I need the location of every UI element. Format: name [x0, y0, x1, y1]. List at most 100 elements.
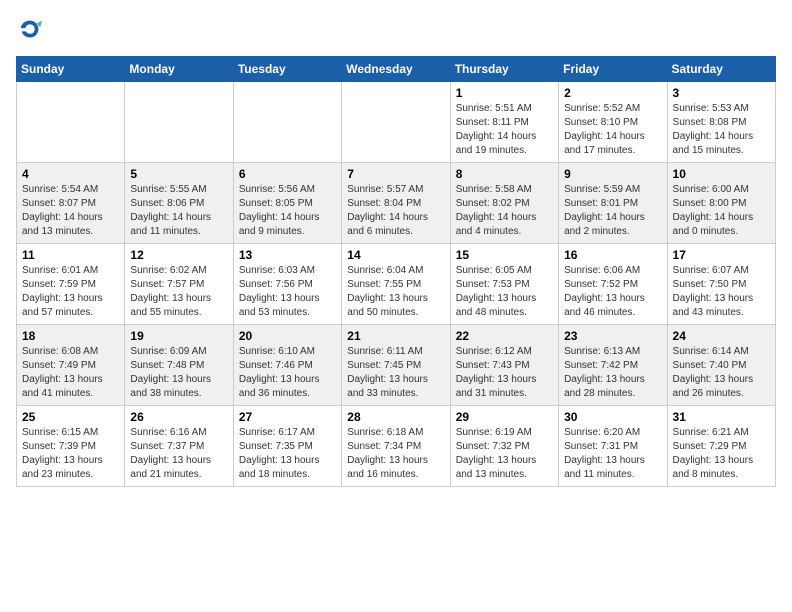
- weekday-header-monday: Monday: [125, 57, 233, 82]
- weekday-header-saturday: Saturday: [667, 57, 775, 82]
- day-info: Sunrise: 6:13 AM Sunset: 7:42 PM Dayligh…: [564, 345, 661, 401]
- day-number: 15: [456, 248, 553, 262]
- calendar-cell: 28 Sunrise: 6:18 AM Sunset: 7:34 PM Dayli…: [342, 406, 450, 487]
- calendar-cell: 17 Sunrise: 6:07 AM Sunset: 7:50 PM Dayli…: [667, 244, 775, 325]
- day-info: Sunrise: 6:03 AM Sunset: 7:56 PM Dayligh…: [239, 264, 336, 320]
- week-row-3: 11Sunrise: 6:01 AM Sunset: 7:59 PM Dayli…: [17, 244, 776, 325]
- calendar-cell: 8 Sunrise: 5:58 AM Sunset: 8:02 PM Daylig…: [450, 163, 558, 244]
- calendar-cell: 9 Sunrise: 5:59 AM Sunset: 8:01 PM Daylig…: [559, 163, 667, 244]
- calendar-cell: 26 Sunrise: 6:16 AM Sunset: 7:37 PM Dayli…: [125, 406, 233, 487]
- day-number: 23: [564, 329, 661, 343]
- calendar-cell: 18 Sunrise: 6:08 AM Sunset: 7:49 PM Dayli…: [17, 325, 125, 406]
- calendar-cell: 3 Sunrise: 5:53 AM Sunset: 8:08 PM Daylig…: [667, 82, 775, 163]
- day-number: 14: [347, 248, 444, 262]
- day-info: Sunrise: 5:53 AM Sunset: 8:08 PM Dayligh…: [673, 102, 770, 158]
- day-info: Sunrise: 5:51 AM Sunset: 8:11 PM Dayligh…: [456, 102, 553, 158]
- weekday-header-sunday: Sunday: [17, 57, 125, 82]
- day-info: Sunrise: 6:06 AM Sunset: 7:52 PM Dayligh…: [564, 264, 661, 320]
- day-number: 6: [239, 167, 336, 181]
- calendar-cell: 12 Sunrise: 6:02 AM Sunset: 7:57 PM Dayli…: [125, 244, 233, 325]
- calendar-cell: [17, 82, 125, 163]
- day-number: 8: [456, 167, 553, 181]
- day-number: 1: [456, 86, 553, 100]
- day-number: 3: [673, 86, 770, 100]
- calendar-cell: 16 Sunrise: 6:06 AM Sunset: 7:52 PM Dayli…: [559, 244, 667, 325]
- day-info: Sunrise: 6:18 AM Sunset: 7:34 PM Dayligh…: [347, 426, 444, 482]
- calendar-cell: 10 Sunrise: 6:00 AM Sunset: 8:00 PM Dayli…: [667, 163, 775, 244]
- calendar-cell: [233, 82, 341, 163]
- day-info: Sunrise: 5:54 AM Sunset: 8:07 PM Dayligh…: [22, 183, 119, 239]
- day-number: 4: [22, 167, 119, 181]
- day-info: Sunrise: 6:05 AM Sunset: 7:53 PM Dayligh…: [456, 264, 553, 320]
- day-number: 12: [130, 248, 227, 262]
- calendar-cell: 20Sunrise: 6:10 AM Sunset: 7:46 PM Dayli…: [233, 325, 341, 406]
- day-info: Sunrise: 6:14 AM Sunset: 7:40 PM Dayligh…: [673, 345, 770, 401]
- calendar-cell: 5 Sunrise: 5:55 AM Sunset: 8:06 PM Daylig…: [125, 163, 233, 244]
- day-info: Sunrise: 6:19 AM Sunset: 7:32 PM Dayligh…: [456, 426, 553, 482]
- day-number: 10: [673, 167, 770, 181]
- calendar-cell: 11Sunrise: 6:01 AM Sunset: 7:59 PM Dayli…: [17, 244, 125, 325]
- day-info: Sunrise: 6:01 AM Sunset: 7:59 PM Dayligh…: [22, 264, 119, 320]
- day-number: 31: [673, 410, 770, 424]
- day-info: Sunrise: 6:04 AM Sunset: 7:55 PM Dayligh…: [347, 264, 444, 320]
- day-number: 22: [456, 329, 553, 343]
- day-number: 7: [347, 167, 444, 181]
- header: [16, 16, 776, 44]
- day-info: Sunrise: 6:12 AM Sunset: 7:43 PM Dayligh…: [456, 345, 553, 401]
- calendar-cell: 24 Sunrise: 6:14 AM Sunset: 7:40 PM Dayli…: [667, 325, 775, 406]
- day-info: Sunrise: 6:00 AM Sunset: 8:00 PM Dayligh…: [673, 183, 770, 239]
- day-info: Sunrise: 5:56 AM Sunset: 8:05 PM Dayligh…: [239, 183, 336, 239]
- day-number: 24: [673, 329, 770, 343]
- day-info: Sunrise: 6:11 AM Sunset: 7:45 PM Dayligh…: [347, 345, 444, 401]
- week-row-4: 18 Sunrise: 6:08 AM Sunset: 7:49 PM Dayli…: [17, 325, 776, 406]
- week-row-5: 25Sunrise: 6:15 AM Sunset: 7:39 PM Dayli…: [17, 406, 776, 487]
- calendar-cell: 27Sunrise: 6:17 AM Sunset: 7:35 PM Dayli…: [233, 406, 341, 487]
- weekday-header-tuesday: Tuesday: [233, 57, 341, 82]
- calendar-cell: 23 Sunrise: 6:13 AM Sunset: 7:42 PM Dayli…: [559, 325, 667, 406]
- day-number: 18: [22, 329, 119, 343]
- day-info: Sunrise: 6:02 AM Sunset: 7:57 PM Dayligh…: [130, 264, 227, 320]
- calendar-cell: 15 Sunrise: 6:05 AM Sunset: 7:53 PM Dayli…: [450, 244, 558, 325]
- calendar-cell: [342, 82, 450, 163]
- day-number: 9: [564, 167, 661, 181]
- logo-icon: [16, 16, 44, 44]
- day-number: 20: [239, 329, 336, 343]
- day-info: Sunrise: 5:55 AM Sunset: 8:06 PM Dayligh…: [130, 183, 227, 239]
- calendar-cell: 29 Sunrise: 6:19 AM Sunset: 7:32 PM Dayli…: [450, 406, 558, 487]
- calendar-cell: 6 Sunrise: 5:56 AM Sunset: 8:05 PM Daylig…: [233, 163, 341, 244]
- day-info: Sunrise: 5:57 AM Sunset: 8:04 PM Dayligh…: [347, 183, 444, 239]
- day-number: 26: [130, 410, 227, 424]
- weekday-header-friday: Friday: [559, 57, 667, 82]
- day-number: 28: [347, 410, 444, 424]
- calendar-cell: 4 Sunrise: 5:54 AM Sunset: 8:07 PM Daylig…: [17, 163, 125, 244]
- calendar-cell: 21 Sunrise: 6:11 AM Sunset: 7:45 PM Dayli…: [342, 325, 450, 406]
- day-number: 16: [564, 248, 661, 262]
- day-number: 25: [22, 410, 119, 424]
- weekday-header-thursday: Thursday: [450, 57, 558, 82]
- calendar-table: SundayMondayTuesdayWednesdayThursdayFrid…: [16, 56, 776, 487]
- calendar-cell: 19 Sunrise: 6:09 AM Sunset: 7:48 PM Dayli…: [125, 325, 233, 406]
- day-number: 13: [239, 248, 336, 262]
- calendar-cell: 1 Sunrise: 5:51 AM Sunset: 8:11 PM Daylig…: [450, 82, 558, 163]
- calendar-cell: 31Sunrise: 6:21 AM Sunset: 7:29 PM Dayli…: [667, 406, 775, 487]
- day-info: Sunrise: 6:07 AM Sunset: 7:50 PM Dayligh…: [673, 264, 770, 320]
- calendar-cell: [125, 82, 233, 163]
- day-number: 17: [673, 248, 770, 262]
- day-info: Sunrise: 5:59 AM Sunset: 8:01 PM Dayligh…: [564, 183, 661, 239]
- calendar-cell: 2 Sunrise: 5:52 AM Sunset: 8:10 PM Daylig…: [559, 82, 667, 163]
- calendar-cell: 14 Sunrise: 6:04 AM Sunset: 7:55 PM Dayli…: [342, 244, 450, 325]
- day-info: Sunrise: 6:08 AM Sunset: 7:49 PM Dayligh…: [22, 345, 119, 401]
- day-number: 5: [130, 167, 227, 181]
- day-info: Sunrise: 6:09 AM Sunset: 7:48 PM Dayligh…: [130, 345, 227, 401]
- day-info: Sunrise: 6:16 AM Sunset: 7:37 PM Dayligh…: [130, 426, 227, 482]
- day-number: 29: [456, 410, 553, 424]
- calendar-cell: 30Sunrise: 6:20 AM Sunset: 7:31 PM Dayli…: [559, 406, 667, 487]
- day-number: 21: [347, 329, 444, 343]
- day-number: 19: [130, 329, 227, 343]
- week-row-1: 1 Sunrise: 5:51 AM Sunset: 8:11 PM Daylig…: [17, 82, 776, 163]
- calendar-cell: 13 Sunrise: 6:03 AM Sunset: 7:56 PM Dayli…: [233, 244, 341, 325]
- day-info: Sunrise: 5:58 AM Sunset: 8:02 PM Dayligh…: [456, 183, 553, 239]
- day-info: Sunrise: 5:52 AM Sunset: 8:10 PM Dayligh…: [564, 102, 661, 158]
- day-number: 2: [564, 86, 661, 100]
- weekday-header-wednesday: Wednesday: [342, 57, 450, 82]
